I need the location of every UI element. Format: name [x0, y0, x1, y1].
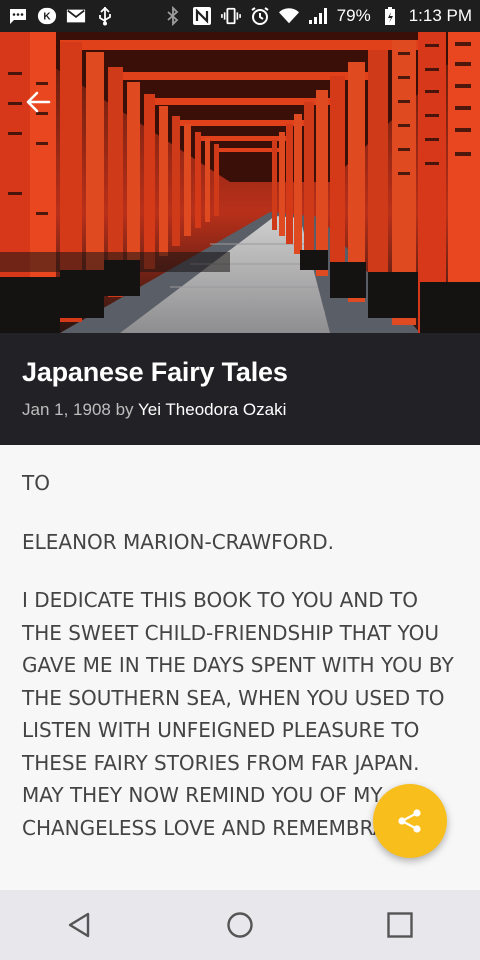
home-circle-icon	[227, 912, 253, 938]
chat-icon	[8, 7, 28, 25]
book-title: Japanese Fairy Tales	[22, 357, 288, 387]
nav-back-button[interactable]	[50, 895, 110, 955]
vibrate-icon	[220, 7, 241, 25]
share-icon	[398, 809, 421, 833]
wifi-icon	[278, 7, 299, 25]
gmail-icon	[66, 7, 86, 25]
author-link[interactable]: Yei Theodora Ozaki	[138, 400, 286, 419]
kaspersky-icon: K	[37, 7, 57, 25]
usb-icon	[95, 6, 115, 26]
back-triangle-icon	[68, 912, 90, 938]
by-label: by	[115, 400, 134, 419]
back-button[interactable]	[20, 84, 56, 120]
nfc-icon	[192, 7, 212, 25]
svg-text:K: K	[43, 12, 51, 23]
book-meta: Jan 1, 1908 by Yei Theodora Ozaki	[22, 400, 458, 420]
nav-recents-button[interactable]	[370, 895, 430, 955]
content-paragraph: ELEANOR MARION-CRAWFORD.	[22, 529, 335, 554]
status-right-icons: 79% 1:13 PM	[163, 6, 472, 26]
clock: 1:13 PM	[408, 6, 472, 25]
status-left-icons: K	[8, 6, 115, 26]
battery-percent: 79%	[336, 6, 371, 25]
torii-gates-photo	[0, 32, 480, 333]
book-header: Japanese Fairy Tales Jan 1, 1908 by Yei …	[0, 333, 480, 445]
battery-icon	[380, 7, 400, 25]
status-bar: K 79% 1:13 PM	[0, 0, 480, 32]
publish-date: Jan 1, 1908	[22, 400, 111, 419]
content-paragraph: TO	[22, 471, 50, 495]
nav-home-button[interactable]	[210, 895, 270, 955]
alarm-icon	[250, 7, 270, 25]
system-nav-bar	[0, 890, 480, 960]
signal-icon	[308, 7, 328, 25]
bluetooth-icon	[163, 6, 183, 26]
recents-square-icon	[387, 912, 413, 938]
arrow-back-icon	[26, 91, 51, 113]
share-button[interactable]	[373, 784, 447, 858]
